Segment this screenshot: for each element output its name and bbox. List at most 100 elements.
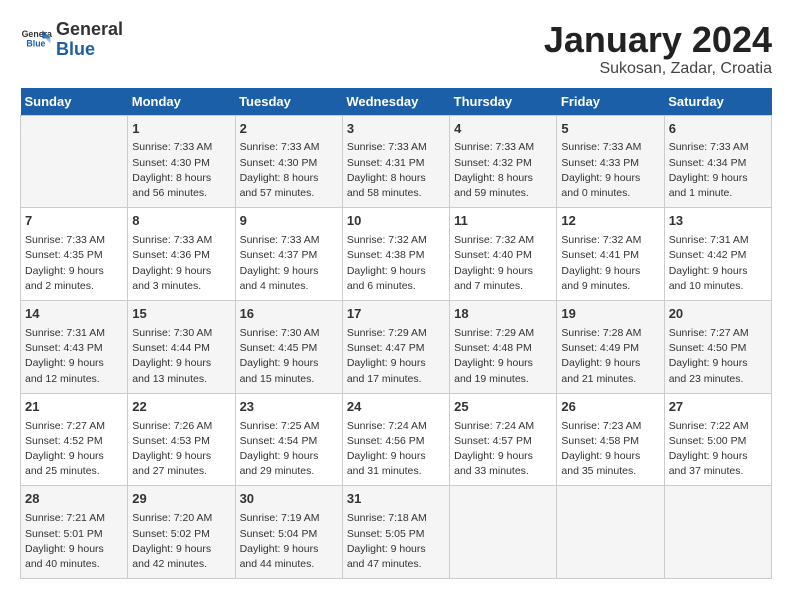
day-number: 30 [240,490,338,509]
day-number: 3 [347,120,445,139]
day-info: Sunrise: 7:27 AM Sunset: 4:50 PM Dayligh… [669,326,767,387]
calendar-cell: 15 Sunrise: 7:30 AM Sunset: 4:44 PM Dayli… [128,301,235,394]
day-number: 19 [561,305,659,324]
calendar-cell [557,486,664,579]
svg-text:Blue: Blue [26,38,45,48]
day-number: 2 [240,120,338,139]
calendar-cell: 27Sunrise: 7:22 AM Sunset: 5:00 PM Dayli… [664,393,771,486]
calendar-cell: 30 Sunrise: 7:19 AM Sunset: 5:04 PM Dayli… [235,486,342,579]
day-info: Sunrise: 7:21 AM Sunset: 5:01 PM Dayligh… [25,511,123,572]
day-number: 14 [25,305,123,324]
day-number: 12 [561,212,659,231]
header-friday: Friday [557,88,664,116]
day-info: Sunrise: 7:33 AM Sunset: 4:31 PM Dayligh… [347,140,445,201]
calendar-cell: 8 Sunrise: 7:33 AM Sunset: 4:36 PM Daylig… [128,208,235,301]
calendar-cell: 19Sunrise: 7:28 AM Sunset: 4:49 PM Dayli… [557,301,664,394]
calendar-cell: 21 Sunrise: 7:27 AM Sunset: 4:52 PM Dayli… [21,393,128,486]
week-row-4: 21 Sunrise: 7:27 AM Sunset: 4:52 PM Dayli… [21,393,772,486]
day-info: Sunrise: 7:32 AM Sunset: 4:41 PM Dayligh… [561,233,659,294]
day-number: 16 [240,305,338,324]
day-info: Sunrise: 7:30 AM Sunset: 4:45 PM Dayligh… [240,326,338,387]
calendar-table: SundayMondayTuesdayWednesdayThursdayFrid… [20,88,772,580]
calendar-cell: 3Sunrise: 7:33 AM Sunset: 4:31 PM Daylig… [342,115,449,208]
day-number: 25 [454,398,552,417]
day-number: 17 [347,305,445,324]
month-year-title: January 2024 [544,20,772,60]
calendar-cell [21,115,128,208]
header-wednesday: Wednesday [342,88,449,116]
calendar-cell: 25 Sunrise: 7:24 AM Sunset: 4:57 PM Dayli… [450,393,557,486]
day-info: Sunrise: 7:33 AM Sunset: 4:36 PM Dayligh… [132,233,230,294]
header-monday: Monday [128,88,235,116]
title-block: January 2024 Sukosan, Zadar, Croatia [544,20,772,78]
calendar-cell: 22 Sunrise: 7:26 AM Sunset: 4:53 PM Dayli… [128,393,235,486]
day-number: 13 [669,212,767,231]
day-number: 9 [240,212,338,231]
calendar-cell: 5Sunrise: 7:33 AM Sunset: 4:33 PM Daylig… [557,115,664,208]
day-info: Sunrise: 7:18 AM Sunset: 5:05 PM Dayligh… [347,511,445,572]
day-info: Sunrise: 7:24 AM Sunset: 4:57 PM Dayligh… [454,419,552,480]
calendar-cell: 2Sunrise: 7:33 AM Sunset: 4:30 PM Daylig… [235,115,342,208]
day-info: Sunrise: 7:25 AM Sunset: 4:54 PM Dayligh… [240,419,338,480]
calendar-cell: 20 Sunrise: 7:27 AM Sunset: 4:50 PM Dayli… [664,301,771,394]
day-number: 11 [454,212,552,231]
calendar-cell: 24 Sunrise: 7:24 AM Sunset: 4:56 PM Dayli… [342,393,449,486]
day-number: 22 [132,398,230,417]
logo-icon: General Blue [20,24,52,56]
day-info: Sunrise: 7:29 AM Sunset: 4:47 PM Dayligh… [347,326,445,387]
week-row-1: 1Sunrise: 7:33 AM Sunset: 4:30 PM Daylig… [21,115,772,208]
day-info: Sunrise: 7:22 AM Sunset: 5:00 PM Dayligh… [669,419,767,480]
calendar-cell: 6Sunrise: 7:33 AM Sunset: 4:34 PM Daylig… [664,115,771,208]
day-info: Sunrise: 7:26 AM Sunset: 4:53 PM Dayligh… [132,419,230,480]
day-info: Sunrise: 7:33 AM Sunset: 4:32 PM Dayligh… [454,140,552,201]
day-number: 20 [669,305,767,324]
calendar-cell: 10 Sunrise: 7:32 AM Sunset: 4:38 PM Dayli… [342,208,449,301]
day-info: Sunrise: 7:33 AM Sunset: 4:30 PM Dayligh… [132,140,230,201]
calendar-cell: 11Sunrise: 7:32 AM Sunset: 4:40 PM Dayli… [450,208,557,301]
calendar-cell: 28 Sunrise: 7:21 AM Sunset: 5:01 PM Dayli… [21,486,128,579]
calendar-cell [450,486,557,579]
week-row-3: 14Sunrise: 7:31 AM Sunset: 4:43 PM Dayli… [21,301,772,394]
day-info: Sunrise: 7:32 AM Sunset: 4:38 PM Dayligh… [347,233,445,294]
day-number: 6 [669,120,767,139]
day-info: Sunrise: 7:33 AM Sunset: 4:37 PM Dayligh… [240,233,338,294]
day-info: Sunrise: 7:19 AM Sunset: 5:04 PM Dayligh… [240,511,338,572]
calendar-cell: 29Sunrise: 7:20 AM Sunset: 5:02 PM Dayli… [128,486,235,579]
day-info: Sunrise: 7:33 AM Sunset: 4:35 PM Dayligh… [25,233,123,294]
day-info: Sunrise: 7:33 AM Sunset: 4:30 PM Dayligh… [240,140,338,201]
day-number: 10 [347,212,445,231]
days-header-row: SundayMondayTuesdayWednesdayThursdayFrid… [21,88,772,116]
day-number: 31 [347,490,445,509]
header-sunday: Sunday [21,88,128,116]
page-header: General Blue General Blue January 2024 S… [20,20,772,78]
day-number: 4 [454,120,552,139]
calendar-cell: 7 Sunrise: 7:33 AM Sunset: 4:35 PM Daylig… [21,208,128,301]
day-info: Sunrise: 7:23 AM Sunset: 4:58 PM Dayligh… [561,419,659,480]
day-number: 23 [240,398,338,417]
day-info: Sunrise: 7:27 AM Sunset: 4:52 PM Dayligh… [25,419,123,480]
day-number: 28 [25,490,123,509]
calendar-cell: 26Sunrise: 7:23 AM Sunset: 4:58 PM Dayli… [557,393,664,486]
day-number: 18 [454,305,552,324]
day-info: Sunrise: 7:24 AM Sunset: 4:56 PM Dayligh… [347,419,445,480]
calendar-cell: 16 Sunrise: 7:30 AM Sunset: 4:45 PM Dayli… [235,301,342,394]
calendar-cell: 17 Sunrise: 7:29 AM Sunset: 4:47 PM Dayli… [342,301,449,394]
calendar-cell: 1Sunrise: 7:33 AM Sunset: 4:30 PM Daylig… [128,115,235,208]
calendar-cell: 4Sunrise: 7:33 AM Sunset: 4:32 PM Daylig… [450,115,557,208]
day-number: 21 [25,398,123,417]
day-number: 15 [132,305,230,324]
day-number: 7 [25,212,123,231]
calendar-cell: 14Sunrise: 7:31 AM Sunset: 4:43 PM Dayli… [21,301,128,394]
calendar-cell: 23 Sunrise: 7:25 AM Sunset: 4:54 PM Dayli… [235,393,342,486]
header-tuesday: Tuesday [235,88,342,116]
day-info: Sunrise: 7:30 AM Sunset: 4:44 PM Dayligh… [132,326,230,387]
day-number: 24 [347,398,445,417]
day-info: Sunrise: 7:29 AM Sunset: 4:48 PM Dayligh… [454,326,552,387]
header-thursday: Thursday [450,88,557,116]
calendar-cell: 9 Sunrise: 7:33 AM Sunset: 4:37 PM Daylig… [235,208,342,301]
calendar-cell: 12 Sunrise: 7:32 AM Sunset: 4:41 PM Dayli… [557,208,664,301]
logo-text: General Blue [56,20,123,60]
day-number: 8 [132,212,230,231]
day-info: Sunrise: 7:33 AM Sunset: 4:34 PM Dayligh… [669,140,767,201]
day-number: 29 [132,490,230,509]
